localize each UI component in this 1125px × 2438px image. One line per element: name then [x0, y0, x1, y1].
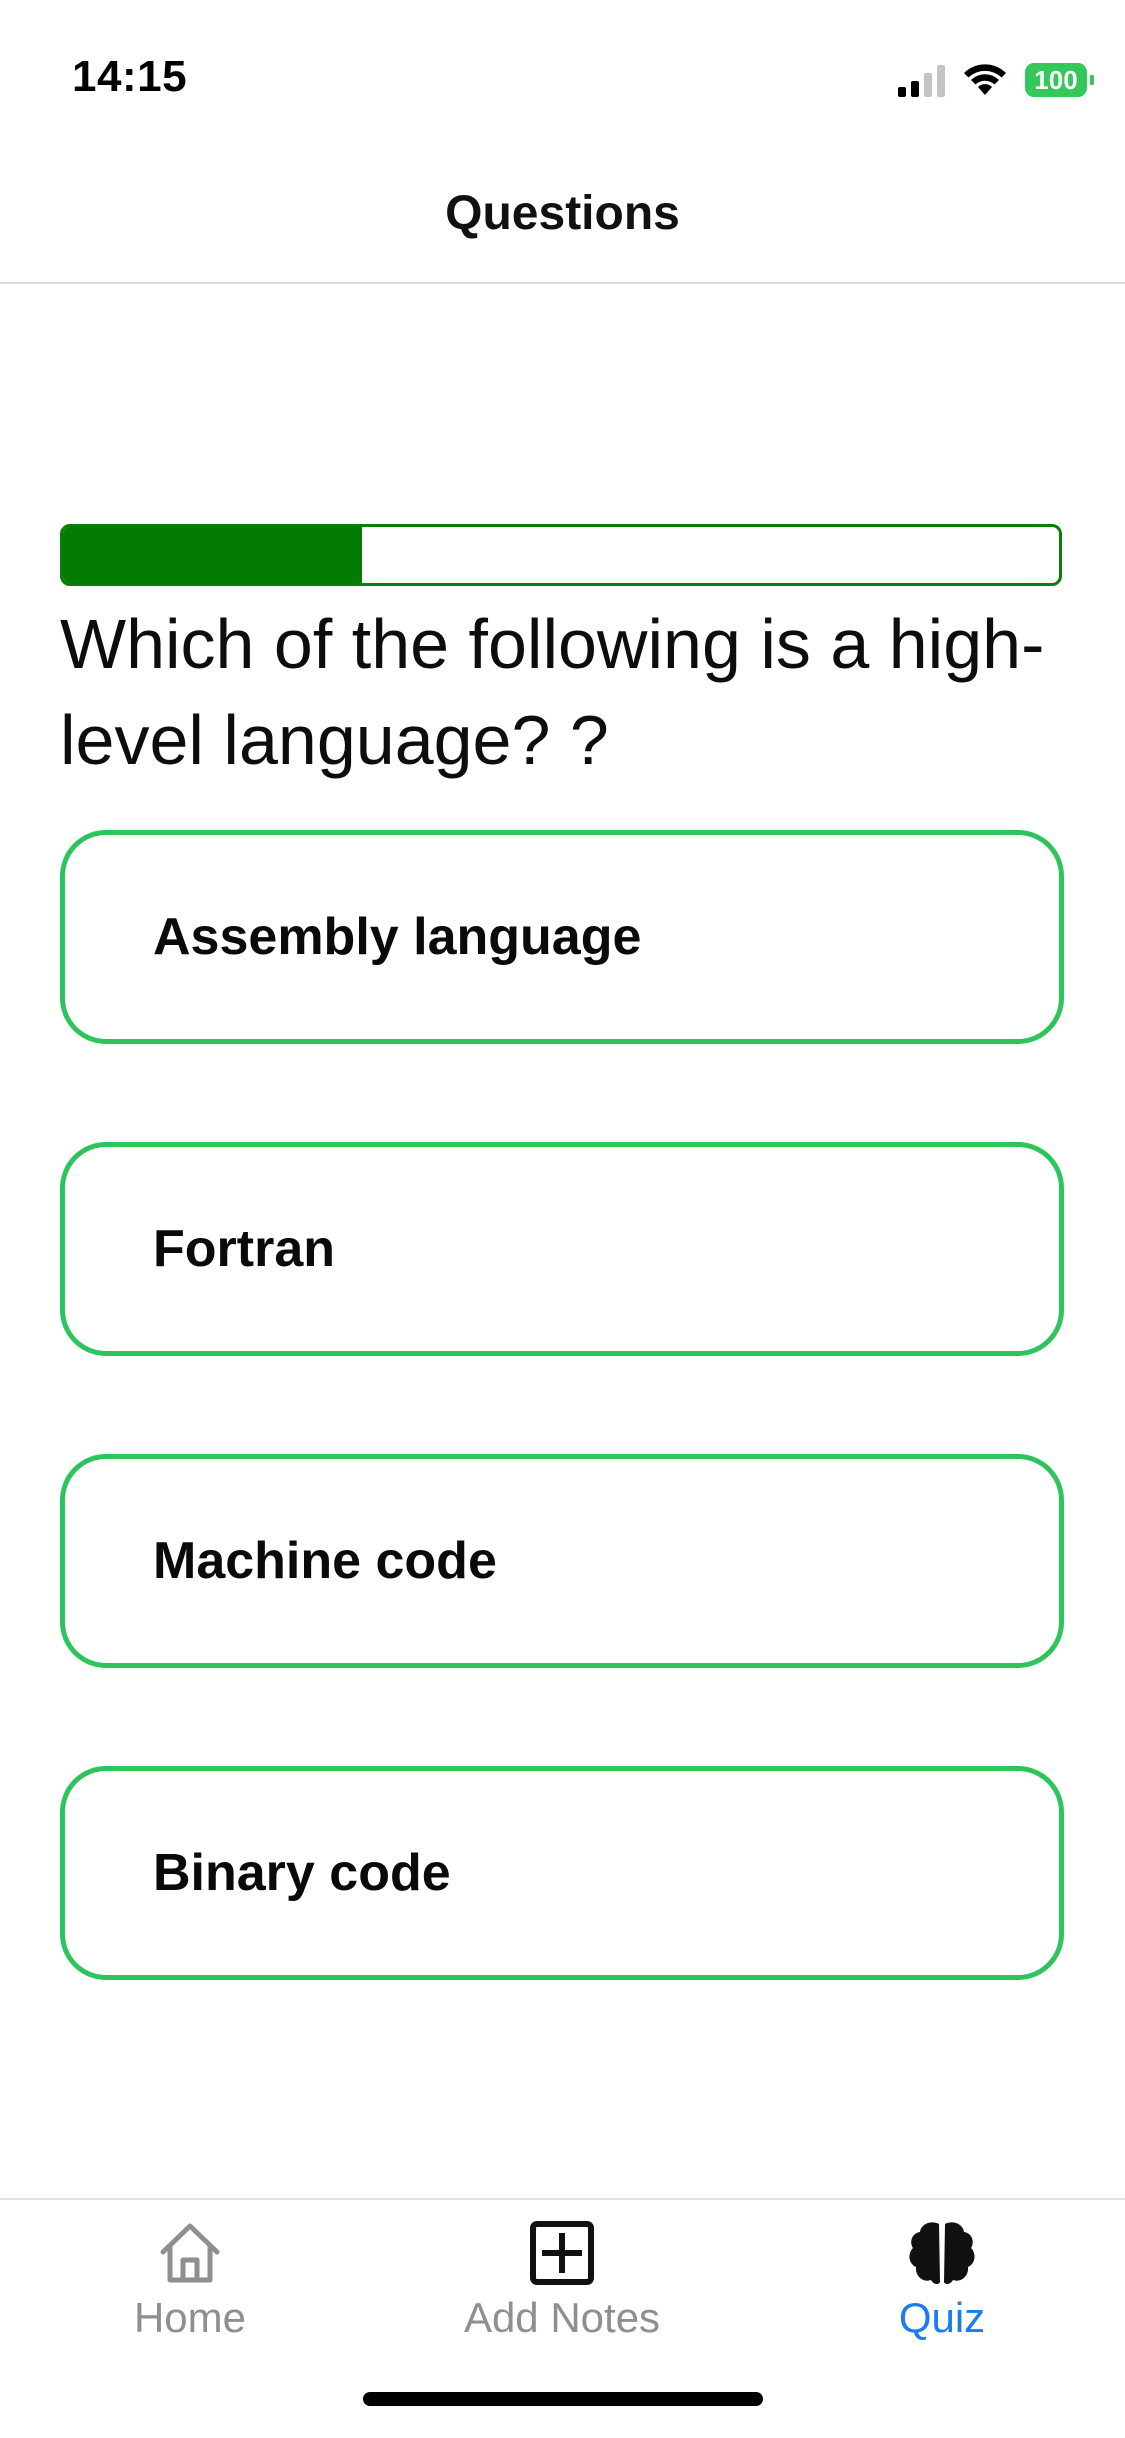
answer-option-label: Assembly language — [153, 908, 642, 966]
answer-option-3[interactable]: Machine code — [60, 1454, 1064, 1668]
navigation-bar: Questions — [0, 150, 1125, 284]
tab-add-notes[interactable]: Add Notes — [432, 2218, 692, 2342]
tab-label: Add Notes — [463, 2294, 661, 2341]
tab-quiz[interactable]: Quiz — [812, 2218, 1072, 2342]
tab-label: Quiz — [898, 2294, 986, 2341]
answer-option-label: Machine code — [153, 1532, 497, 1590]
battery-level: 100 — [1034, 64, 1078, 95]
progress-fill — [63, 527, 362, 583]
status-icons: 100 — [898, 60, 1094, 100]
battery-icon: 100 — [1025, 63, 1094, 97]
answer-option-1[interactable]: Assembly language — [60, 830, 1064, 1044]
answer-option-label: Binary code — [153, 1844, 451, 1902]
tab-label: Home — [133, 2294, 247, 2341]
house-icon — [160, 2223, 220, 2283]
plus-square-icon — [530, 2221, 594, 2285]
answer-option-4[interactable]: Binary code — [60, 1766, 1064, 1980]
answer-option-label: Fortran — [153, 1220, 335, 1278]
question-text: Which of the following is a high-level l… — [60, 605, 1045, 779]
answer-option-2[interactable]: Fortran — [60, 1142, 1064, 1356]
tab-home[interactable]: Home — [60, 2218, 320, 2342]
quiz-progress-bar — [60, 524, 1062, 586]
status-bar: 14:15 100 — [0, 0, 1125, 150]
brain-icon — [909, 2222, 975, 2285]
wifi-icon — [964, 64, 1006, 95]
page-title: Questions — [445, 187, 680, 240]
home-indicator — [363, 2392, 763, 2406]
cellular-signal-icon — [898, 63, 945, 97]
status-time: 14:15 — [72, 52, 188, 101]
